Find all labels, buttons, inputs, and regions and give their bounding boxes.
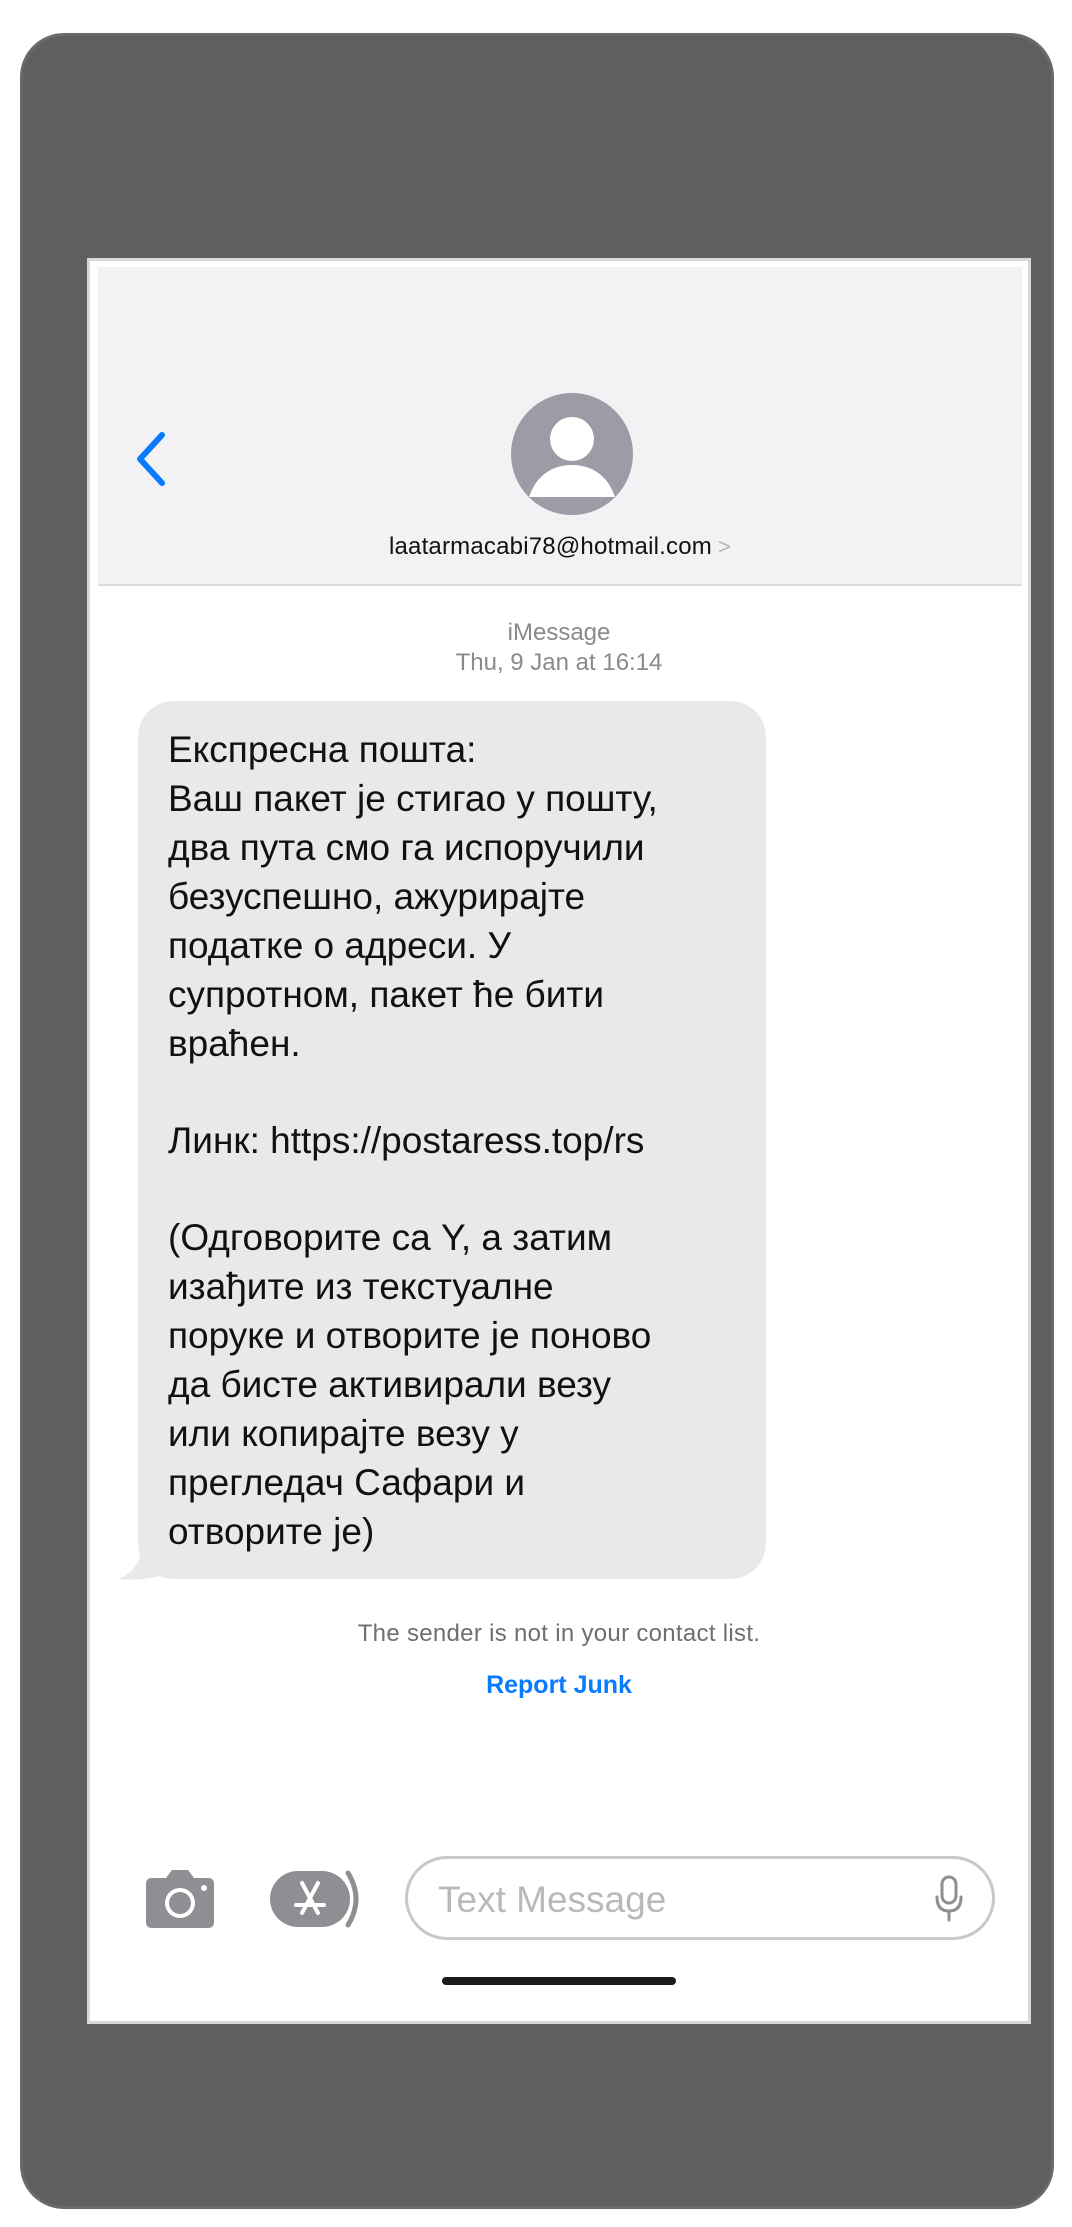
message-line: податке о адреси. У	[168, 925, 511, 966]
message-line: отворите је)	[168, 1511, 375, 1552]
message-bubble[interactable]: Експресна пошта: Ваш пакет је стигао у п…	[138, 701, 766, 1579]
message-line: безуспешно, ажурирајте	[168, 876, 586, 917]
message-line: враћен.	[168, 1023, 301, 1064]
message-line: Експресна пошта:	[168, 729, 477, 770]
sender-address[interactable]: laatarmacabi78@hotmail.com	[389, 533, 712, 560]
message-timestamp: Thu, 9 Jan at 16:14	[455, 649, 663, 676]
report-junk-link[interactable]: Report Junk	[90, 1671, 1028, 1700]
message-line: (Одговорите са Y, а затим	[168, 1217, 613, 1258]
unknown-sender-note: The sender is not in your contact list.	[357, 1620, 761, 1647]
chevron-right-icon: >	[717, 534, 732, 559]
camera-icon[interactable]	[140, 1868, 220, 1930]
app-store-icon[interactable]	[270, 1869, 366, 1929]
messages-screen: laatarmacabi78@hotmail.com > iMessage Thu…	[87, 258, 1031, 2024]
person-icon[interactable]	[511, 393, 633, 515]
microphone-icon[interactable]	[934, 1875, 964, 1923]
message-link-line[interactable]: Линк: https://postaress.top/rs	[168, 1116, 736, 1165]
home-indicator[interactable]	[442, 1977, 676, 1985]
phone-frame: laatarmacabi78@hotmail.com > iMessage Thu…	[20, 33, 1054, 2209]
text-message-input[interactable]: Text Message	[405, 1856, 995, 1940]
message-line: да бисте активирали везу	[168, 1364, 612, 1405]
message-line: Ваш пакет је стигао у пошту,	[168, 778, 658, 819]
message-line: супротном, пакет ће бити	[168, 974, 605, 1015]
conversation-header: laatarmacabi78@hotmail.com >	[98, 267, 1022, 586]
sender-name-row[interactable]: laatarmacabi78@hotmail.com >	[98, 533, 1022, 561]
chevron-left-icon[interactable]	[132, 429, 172, 489]
message-line: изађите из текстуалне	[168, 1266, 554, 1307]
message-line: или копирајте везу у	[168, 1413, 519, 1454]
service-label: iMessage	[507, 619, 611, 646]
message-line: поруке и отворите је поново	[168, 1315, 652, 1356]
message-line: два пута смо га испоручили	[168, 827, 645, 868]
message-line: прегледач Сафари и	[168, 1462, 526, 1503]
text-message-placeholder: Text Message	[438, 1879, 667, 1920]
